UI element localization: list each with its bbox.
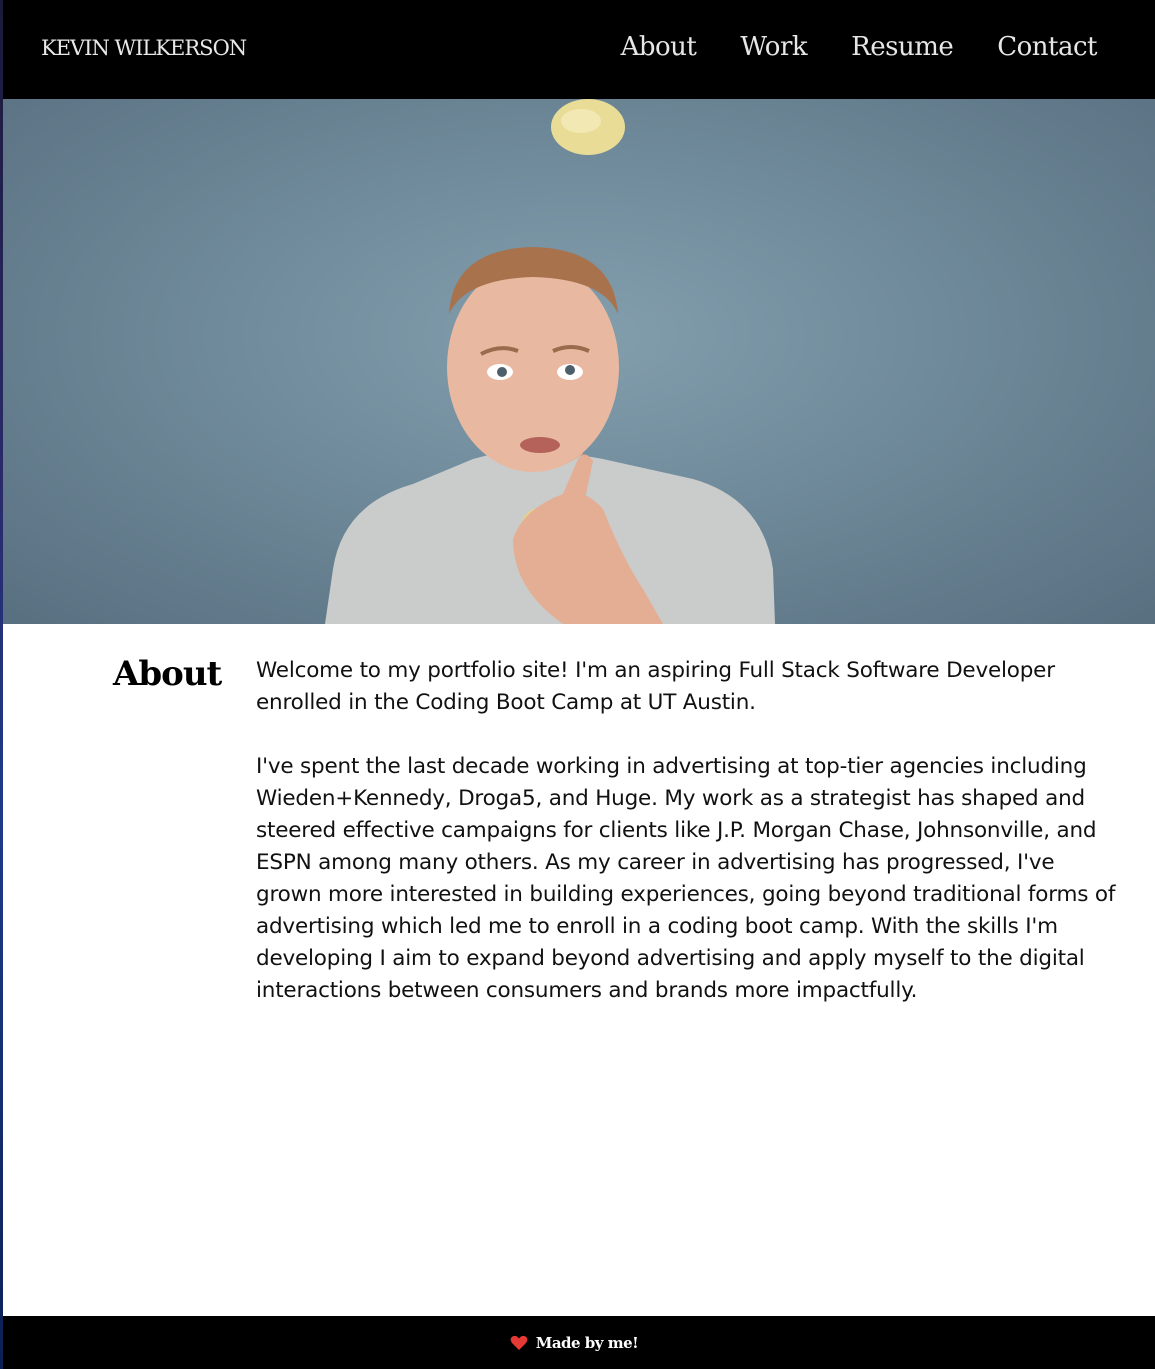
juggler-illustration: [325, 99, 775, 624]
nav-resume-link[interactable]: Resume: [851, 32, 954, 62]
site-footer: Made by me!: [3, 1316, 1155, 1369]
portfolio-page: KEVIN WILKERSON About Work Resume Contac…: [3, 0, 1155, 1369]
footer-text: Made by me!: [535, 1333, 639, 1352]
site-header: KEVIN WILKERSON About Work Resume Contac…: [3, 0, 1155, 99]
nav-work-link[interactable]: Work: [740, 32, 807, 62]
nav-contact-link[interactable]: Contact: [997, 32, 1097, 62]
about-text: Welcome to my portfolio site! I'm an asp…: [256, 655, 1116, 1039]
nav-about-link[interactable]: About: [621, 32, 697, 62]
hero-photo: [3, 99, 1155, 624]
site-brand[interactable]: KEVIN WILKERSON: [41, 36, 247, 60]
heart-icon: [510, 1335, 528, 1350]
footer-credit: Made by me!: [510, 1334, 639, 1352]
about-paragraph-background: I've spent the last decade working in ad…: [256, 754, 1116, 1003]
main-nav: About Work Resume Contact: [577, 32, 1098, 62]
about-heading: About: [113, 654, 222, 694]
about-paragraph-intro: Welcome to my portfolio site! I'm an asp…: [256, 658, 1055, 715]
